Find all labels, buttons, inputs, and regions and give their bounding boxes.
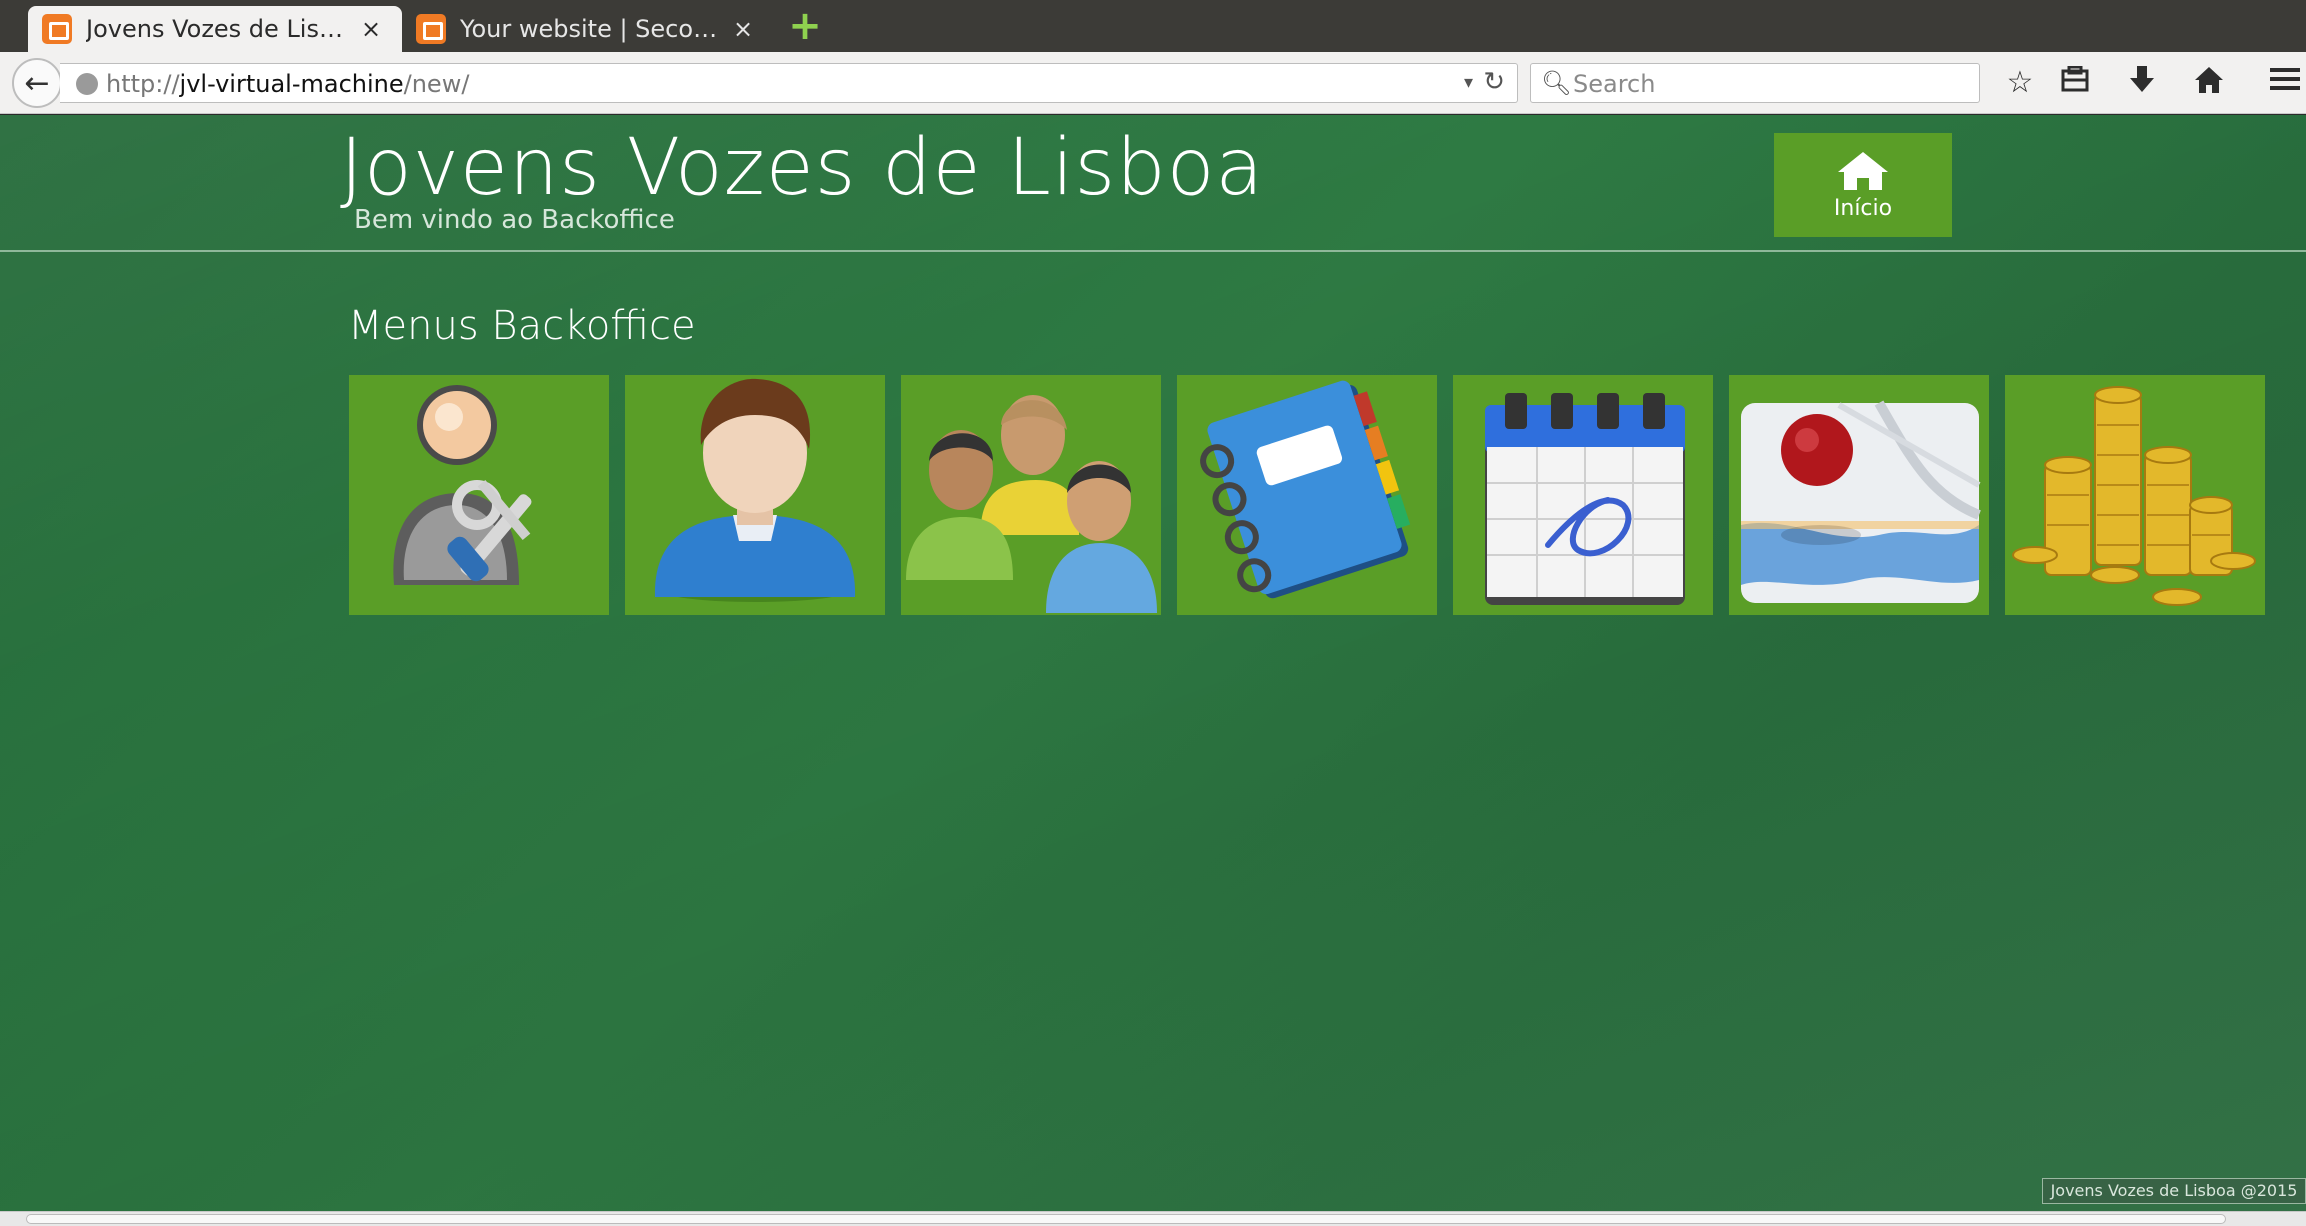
home-button-label: Início [1833,195,1893,221]
search-icon: 🔍︎ [1541,69,1572,97]
browser-tab-bar: Jovens Vozes de Lis… × Your website | Se… [0,0,2306,52]
section-title: Menus Backoffice [348,303,696,349]
browser-nav-bar: ← http://jvl-virtual-machine/new/ ▾ ↻ 🔍︎… [0,52,2306,114]
tab-close-icon[interactable]: × [728,15,758,43]
drupal-favicon-icon [416,14,446,44]
menu-tile-admin[interactable] [349,375,609,615]
drupal-favicon-icon [42,14,72,44]
site-subtitle: Bem vindo ao Backoffice [354,205,675,235]
url-host: jvl-virtual-machine [179,70,404,98]
menu-tile-groups[interactable] [901,375,1161,615]
url-path: /new/ [403,70,470,98]
reload-icon[interactable]: ↻ [1483,67,1505,97]
new-tab-button[interactable]: + [786,6,824,46]
page-body: Jovens Vozes de Lisboa Bem vindo ao Back… [0,115,2306,1211]
menu-tile-finance[interactable] [2005,375,2265,615]
search-input[interactable]: Search [1573,70,1655,98]
globe-icon [76,73,98,95]
scrollbar-thumb[interactable] [26,1214,2226,1224]
site-title[interactable]: Jovens Vozes de Lisboa [340,123,1264,213]
menu-tile-user[interactable] [625,375,885,615]
url-text[interactable]: http://jvl-virtual-machine/new/ [106,70,469,98]
back-button[interactable]: ← [12,58,62,108]
menu-icon[interactable] [2265,66,2305,100]
admin-tools-icon [393,385,532,585]
home-button[interactable]: Início [1774,133,1952,237]
horizontal-scrollbar[interactable] [0,1211,2306,1226]
coins-icon [2012,386,2256,606]
calendar-icon [1485,393,1685,605]
address-book-icon [1200,380,1411,599]
url-scheme: http:// [106,70,180,98]
url-bar[interactable]: http://jvl-virtual-machine/new/ ▾ ↻ [60,63,1518,103]
menu-tile-map[interactable] [1729,375,1989,615]
tab-jovens-vozes[interactable]: Jovens Vozes de Lis… × [28,6,402,52]
home-icon [1838,151,1888,190]
back-icon: ← [24,65,50,101]
group-icon [906,395,1157,613]
bookmark-star-icon[interactable]: ☆ [2000,66,2040,100]
footer-credit: Jovens Vozes de Lisboa @2015 [2042,1178,2306,1204]
reading-list-icon[interactable] [2055,65,2095,100]
home-icon[interactable] [2189,66,2229,102]
dropdown-icon[interactable]: ▾ [1464,72,1473,93]
search-bar[interactable]: 🔍︎ Search [1530,63,1980,103]
tab-title: Jovens Vozes de Lis… [86,15,343,43]
download-icon[interactable] [2122,66,2162,102]
tab-title: Your website | Seco… [460,15,718,43]
site-header: Jovens Vozes de Lisboa Bem vindo ao Back… [0,115,2306,252]
tab-your-website[interactable]: Your website | Seco… × [402,6,774,52]
tab-close-icon[interactable]: × [356,15,386,43]
user-icon [654,378,856,602]
menu-tile-calendar[interactable] [1453,375,1713,615]
map-icon [1741,400,1981,603]
menu-tile-address-book[interactable] [1177,375,1437,615]
